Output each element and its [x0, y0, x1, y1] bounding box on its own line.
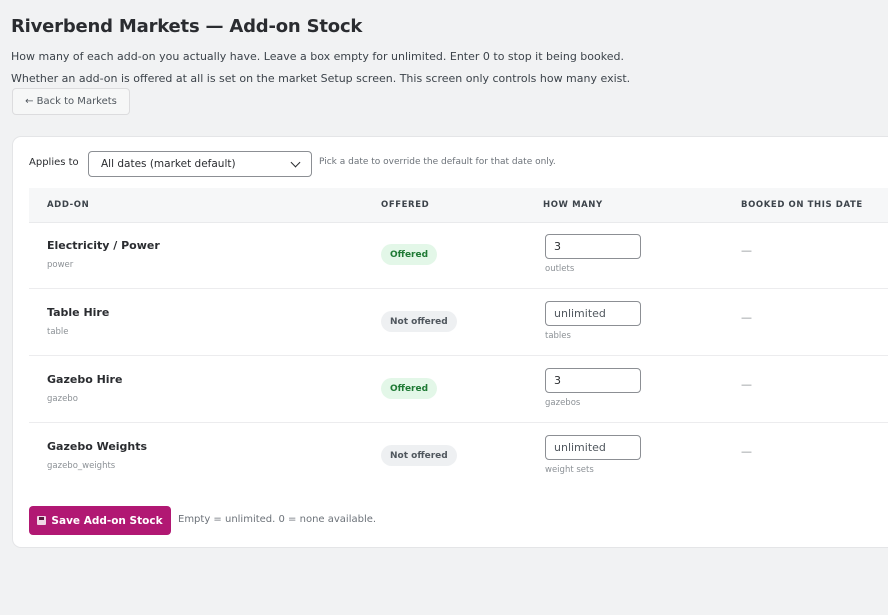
table-row: Table Hire table Not offered tables — [29, 289, 888, 356]
save-hint: Empty = unlimited. 0 = none available. [178, 514, 377, 525]
offered-status-badge: Not offered [381, 445, 457, 466]
page-title: Riverbend Markets — Add-on Stock [11, 16, 363, 37]
page-description-setup-note: Whether an add-on is offered at all is s… [11, 72, 631, 85]
page-description: How many of each add-on you actually hav… [11, 50, 624, 63]
table-row: Gazebo Weights gazebo_weights Not offere… [29, 423, 888, 489]
addon-key: gazebo_weights [47, 461, 116, 471]
save-button-label: Save Add-on Stock [51, 514, 163, 527]
table-row: Electricity / Power power Offered outlet… [29, 222, 888, 289]
quantity-input[interactable] [545, 435, 641, 460]
addon-key: power [47, 260, 74, 270]
booked-count: — [741, 311, 752, 324]
back-button-label: ← Back to Markets [25, 96, 117, 107]
applies-to-label: Applies to [29, 157, 79, 168]
floppy-disk-icon [37, 516, 47, 525]
table-row: Gazebo Hire gazebo Offered gazebos — [29, 356, 888, 423]
column-header-offered: OFFERED [381, 200, 430, 210]
quantity-unit: gazebos [545, 398, 581, 408]
column-header-addon: ADD-ON [47, 200, 90, 210]
booked-count: — [741, 445, 752, 458]
offered-status-badge: Not offered [381, 311, 457, 332]
quantity-unit: outlets [545, 264, 575, 274]
applies-to-selected-value: All dates (market default) [101, 158, 236, 170]
applies-to-hint: Pick a date to override the default for … [319, 157, 556, 167]
chevron-down-icon [290, 157, 301, 167]
booked-count: — [741, 378, 752, 391]
addon-name: Electricity / Power [47, 239, 160, 252]
applies-to-select[interactable]: All dates (market default) [88, 151, 312, 177]
addon-stock-card: Applies to All dates (market default) Pi… [12, 136, 888, 548]
save-addon-stock-button[interactable]: Save Add-on Stock [29, 506, 171, 535]
quantity-unit: weight sets [545, 465, 594, 475]
offered-status-badge: Offered [381, 244, 438, 265]
addon-key: gazebo [47, 394, 78, 404]
table-header: ADD-ON OFFERED HOW MANY BOOKED ON THIS D… [29, 188, 888, 223]
addon-name: Table Hire [47, 306, 110, 319]
offered-status-badge: Offered [381, 378, 438, 399]
booked-count: — [741, 244, 752, 257]
column-header-how-many: HOW MANY [543, 200, 603, 210]
addon-name: Gazebo Hire [47, 373, 123, 386]
quantity-unit: tables [545, 331, 571, 341]
quantity-input[interactable] [545, 234, 641, 259]
column-header-booked: BOOKED ON THIS DATE [741, 200, 863, 210]
quantity-input[interactable] [545, 368, 641, 393]
back-to-markets-button[interactable]: ← Back to Markets [12, 88, 130, 115]
addon-name: Gazebo Weights [47, 440, 148, 453]
quantity-input[interactable] [545, 301, 641, 326]
addon-key: table [47, 327, 69, 337]
